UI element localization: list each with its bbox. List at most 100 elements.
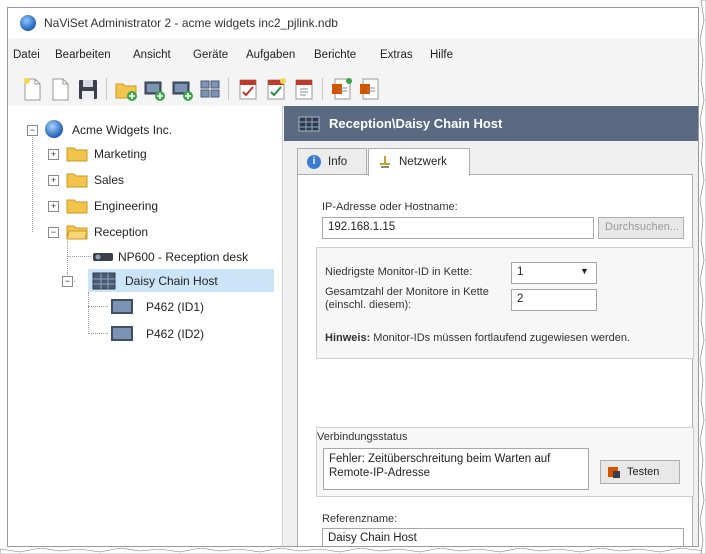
refname-value: Daisy Chain Host bbox=[328, 532, 417, 544]
daisy-chain-group: Niedrigste Monitor-ID in Kette: 1 ▼ Gesa… bbox=[316, 247, 694, 359]
tree-item-np600[interactable]: NP600 - Reception desk bbox=[88, 247, 278, 267]
test-button-label: Testen bbox=[627, 466, 660, 478]
menu-geraete[interactable]: Geräte bbox=[193, 49, 228, 61]
task-check-icon[interactable] bbox=[264, 76, 288, 102]
task-doc-icon[interactable] bbox=[292, 76, 316, 102]
collapse-icon[interactable]: − bbox=[48, 227, 59, 238]
torn-edge-bottom bbox=[0, 547, 706, 554]
tree-connector bbox=[88, 306, 108, 307]
ip-address-input[interactable]: 192.168.1.15 bbox=[322, 217, 594, 239]
tree-item-daisy-chain-host[interactable]: − Daisy Chain Host bbox=[62, 271, 272, 291]
display-icon bbox=[111, 326, 133, 341]
menu-bar: Datei Bearbeiten Ansicht Geräte Aufgaben… bbox=[8, 46, 698, 66]
device-tree: − Acme Widgets Inc. + Marketing + Sales … bbox=[8, 106, 283, 546]
ip-label: IP-Adresse oder Hostname: bbox=[322, 201, 458, 213]
application-window: NaViSet Administrator 2 - acme widgets i… bbox=[7, 7, 699, 547]
add-device-icon[interactable] bbox=[142, 76, 166, 102]
ip-address-value: 192.168.1.15 bbox=[328, 221, 396, 233]
task-check-icon[interactable] bbox=[236, 76, 260, 102]
menu-datei[interactable]: Datei bbox=[13, 49, 40, 61]
lowest-id-value: 1 bbox=[517, 266, 524, 278]
collapse-icon[interactable]: − bbox=[62, 276, 73, 287]
menu-hilfe[interactable]: Hilfe bbox=[430, 49, 453, 61]
lowest-id-label: Niedrigste Monitor-ID in Kette: bbox=[325, 266, 473, 278]
tree-item-label: Reception bbox=[94, 225, 149, 239]
menu-aufgaben[interactable]: Aufgaben bbox=[246, 49, 295, 61]
monitor-icon bbox=[298, 116, 320, 132]
hint-text: Hinweis: Monitor-IDs müssen fortlaufend … bbox=[325, 332, 630, 344]
lowest-id-select[interactable]: 1 ▼ bbox=[511, 262, 597, 284]
expand-icon[interactable]: + bbox=[48, 175, 59, 186]
tree-item-sales[interactable]: + Sales bbox=[42, 170, 262, 190]
status-line-1: Fehler: Zeitüberschreitung beim Warten a… bbox=[329, 453, 551, 465]
menu-berichte[interactable]: Berichte bbox=[314, 49, 356, 61]
save-icon[interactable] bbox=[76, 76, 100, 102]
total-monitors-label-2: (einschl. diesem): bbox=[325, 299, 412, 311]
new-icon[interactable] bbox=[20, 76, 44, 102]
tree-item-label: Daisy Chain Host bbox=[125, 274, 218, 288]
total-monitors-input[interactable]: 2 bbox=[511, 289, 597, 311]
menu-bearbeiten[interactable]: Bearbeiten bbox=[55, 49, 111, 61]
tree-item-root[interactable]: − Acme Widgets Inc. bbox=[22, 120, 272, 140]
network-tab-panel: IP-Adresse oder Hostname: 192.168.1.15 D… bbox=[297, 174, 694, 546]
window-title: NaViSet Administrator 2 - acme widgets i… bbox=[44, 16, 338, 30]
tree-item-label: Engineering bbox=[94, 199, 159, 213]
report-icon[interactable] bbox=[358, 76, 382, 102]
refname-label: Referenzname: bbox=[322, 513, 398, 525]
status-label: Verbindungsstatus bbox=[317, 431, 408, 443]
title-bar: NaViSet Administrator 2 - acme widgets i… bbox=[8, 8, 698, 38]
total-monitors-value: 2 bbox=[517, 293, 524, 305]
device-grid-icon[interactable] bbox=[198, 76, 222, 102]
collapse-icon[interactable]: − bbox=[27, 125, 38, 136]
dropdown-arrow-icon: ▼ bbox=[580, 266, 589, 276]
tree-item-label: NP600 - Reception desk bbox=[118, 250, 249, 264]
status-line-2: Remote-IP-Adresse bbox=[329, 467, 430, 479]
tab-info[interactable]: i Info bbox=[297, 148, 367, 175]
tree-item-reception[interactable]: − Reception bbox=[42, 222, 262, 242]
browse-button[interactable]: Durchsuchen... bbox=[598, 217, 684, 239]
tree-item-p462-id1[interactable]: P462 (ID1) bbox=[108, 297, 258, 317]
tree-item-p462-id2[interactable]: P462 (ID2) bbox=[108, 324, 258, 344]
tree-connector bbox=[88, 333, 108, 334]
detail-title: Reception\Daisy Chain Host bbox=[329, 116, 503, 131]
app-logo-icon bbox=[20, 15, 36, 31]
expand-icon[interactable]: + bbox=[48, 201, 59, 212]
tree-item-engineering[interactable]: + Engineering bbox=[42, 196, 262, 216]
display-icon bbox=[111, 299, 133, 314]
info-icon: i bbox=[307, 155, 321, 169]
tab-netzwerk[interactable]: Netzwerk bbox=[368, 148, 470, 176]
test-button[interactable]: Testen bbox=[600, 460, 680, 484]
tree-connector bbox=[32, 131, 33, 232]
report-icon[interactable] bbox=[330, 76, 354, 102]
expand-icon[interactable]: + bbox=[48, 149, 59, 160]
globe-icon bbox=[45, 120, 63, 138]
tab-label: Netzwerk bbox=[399, 156, 447, 168]
toolbar-separator bbox=[322, 78, 323, 100]
status-text-box: Fehler: Zeitüberschreitung beim Warten a… bbox=[323, 448, 589, 490]
refname-input[interactable]: Daisy Chain Host bbox=[322, 528, 684, 546]
hint-bold: Hinweis: bbox=[325, 332, 371, 344]
tab-label: Info bbox=[328, 156, 348, 168]
toolbar-separator bbox=[106, 78, 107, 100]
monitor-icon bbox=[92, 272, 116, 290]
torn-edge-right bbox=[699, 0, 706, 554]
menu-ansicht[interactable]: Ansicht bbox=[133, 49, 171, 61]
add-device-icon[interactable] bbox=[170, 76, 194, 102]
projector-icon bbox=[93, 253, 113, 261]
menu-extras[interactable]: Extras bbox=[380, 49, 413, 61]
folder-icon bbox=[66, 199, 88, 214]
browse-button-label: Durchsuchen... bbox=[605, 221, 679, 233]
new-group-icon[interactable] bbox=[114, 76, 138, 102]
tree-item-label: Sales bbox=[94, 173, 125, 187]
detail-header: Reception\Daisy Chain Host bbox=[284, 106, 698, 141]
network-icon bbox=[380, 156, 390, 168]
folder-icon bbox=[66, 173, 88, 188]
toolbar-separator bbox=[228, 78, 229, 100]
total-monitors-label: Gesamtzahl der Monitore in Kette bbox=[325, 286, 489, 298]
tree-item-label: Marketing bbox=[94, 147, 147, 161]
tree-connector bbox=[88, 292, 89, 334]
detail-pane: Reception\Daisy Chain Host i Info Netzwe… bbox=[284, 106, 698, 546]
folder-icon bbox=[66, 147, 88, 162]
open-icon[interactable] bbox=[48, 76, 72, 102]
tree-item-marketing[interactable]: + Marketing bbox=[42, 144, 262, 164]
